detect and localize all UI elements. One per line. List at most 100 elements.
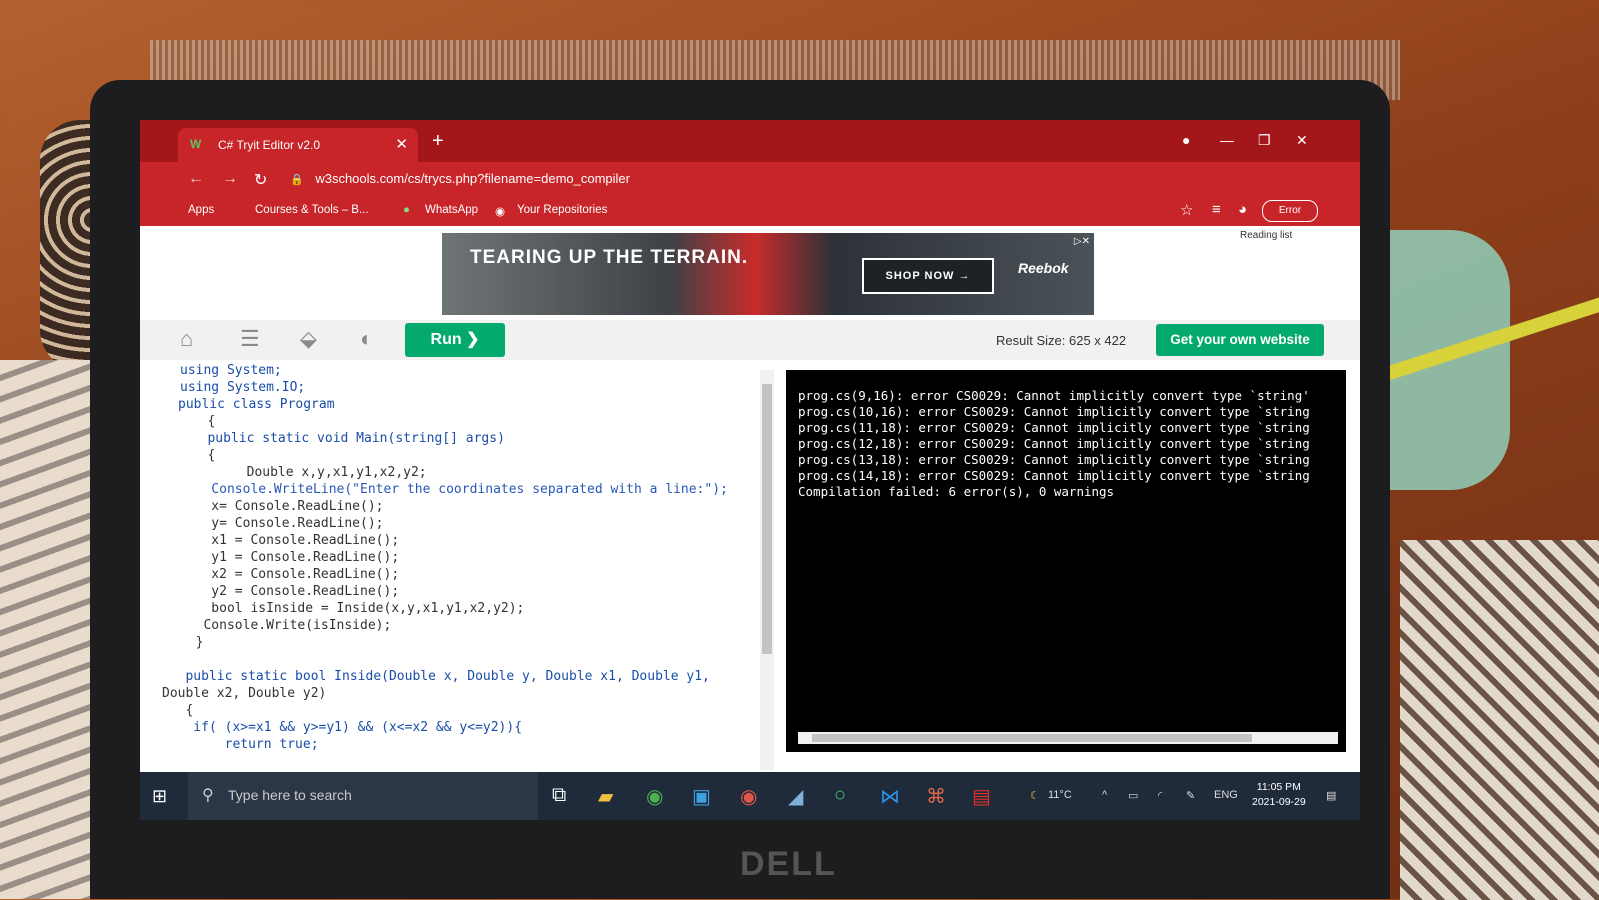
reading-list-link[interactable]: Reading list bbox=[1240, 230, 1292, 241]
dark-mode-icon[interactable]: ◐ bbox=[360, 326, 373, 352]
app-icon[interactable]: ◢ bbox=[788, 784, 803, 809]
weather-temp[interactable]: 11°C bbox=[1048, 789, 1072, 801]
vscode-icon[interactable]: ⋈ bbox=[880, 784, 900, 809]
reebok-ad-banner[interactable]: TEARING UP THE TERRAIN. SHOP NOW → Reebo… bbox=[442, 233, 1094, 315]
search-placeholder: Type here to search bbox=[228, 787, 352, 803]
lock-icon: 🔒 bbox=[290, 174, 304, 186]
get-website-button[interactable]: Get your own website bbox=[1156, 324, 1324, 356]
windows-taskbar: ⊞ ⚲ Type here to search ⧉ ▰ ◉ ▣ ◉ ◢ ○ ⋈ … bbox=[140, 772, 1360, 820]
bookmark-courses[interactable]: Courses & Tools – B... bbox=[255, 204, 369, 216]
code-line: } bbox=[180, 635, 204, 650]
taskbar-search-box[interactable]: ⚲ Type here to search bbox=[188, 772, 538, 820]
code-line: Console.WriteLine("Enter the coordinates… bbox=[180, 482, 728, 497]
ad-headline: TEARING UP THE TERRAIN. bbox=[470, 247, 749, 268]
chrome-icon[interactable]: ◉ bbox=[646, 784, 663, 809]
code-line: return true; bbox=[162, 737, 319, 752]
photos-icon[interactable]: ▣ bbox=[692, 784, 711, 809]
code-line: { bbox=[184, 448, 216, 463]
code-line: y2 = Console.ReadLine(); bbox=[180, 584, 400, 599]
notifications-icon[interactable]: ▤ bbox=[1326, 789, 1336, 802]
w3schools-favicon-icon: W bbox=[190, 137, 202, 151]
laptop-screen: W C# Tryit Editor v2.0 ✕ + ● — ❐ ✕ ← → ↻… bbox=[140, 120, 1360, 820]
whatsapp-icon: ● bbox=[403, 204, 410, 216]
back-icon[interactable]: ← bbox=[188, 170, 204, 188]
app-orange-icon[interactable]: ⌘ bbox=[926, 784, 946, 809]
result-line: prog.cs(9,16): error CS0029: Cannot impl… bbox=[798, 388, 1310, 403]
result-size-value: 625 x 422 bbox=[1069, 333, 1127, 348]
code-line: x= Console.ReadLine(); bbox=[180, 499, 384, 514]
network-icon[interactable]: ▭ bbox=[1128, 789, 1138, 802]
close-window-icon[interactable]: ✕ bbox=[1296, 132, 1308, 149]
restore-icon[interactable]: ❐ bbox=[1258, 132, 1271, 149]
browser-tab[interactable]: W C# Tryit Editor v2.0 ✕ bbox=[178, 128, 418, 162]
woven-mat bbox=[1400, 540, 1599, 900]
reading-queue-icon[interactable]: ≡ bbox=[1212, 201, 1221, 218]
reload-icon[interactable]: ↻ bbox=[254, 170, 267, 190]
minimize-icon[interactable]: — bbox=[1220, 132, 1234, 148]
url-field[interactable]: 🔒 w3schools.com/cs/trycs.php?filename=de… bbox=[290, 166, 1170, 192]
bookmarks-bar: Apps Courses & Tools – B... ● WhatsApp ◉… bbox=[140, 196, 1360, 226]
code-line: bool isInside = Inside(x,y,x1,y1,x2,y2); bbox=[180, 601, 525, 616]
run-button[interactable]: Run ❯ bbox=[405, 323, 505, 357]
code-line: { bbox=[184, 414, 216, 429]
task-view-icon[interactable]: ⧉ bbox=[552, 784, 566, 807]
new-tab-button[interactable]: + bbox=[432, 130, 444, 153]
code-line: Console.Write(isInside); bbox=[180, 618, 392, 633]
file-explorer-icon[interactable]: ▰ bbox=[598, 784, 613, 809]
result-line: prog.cs(12,18): error CS0029: Cannot imp… bbox=[798, 436, 1310, 451]
ad-brand-logo: Reebok bbox=[1018, 260, 1069, 276]
result-line: prog.cs(14,18): error CS0029: Cannot imp… bbox=[798, 468, 1310, 483]
rotate-layout-icon[interactable]: ⬙ bbox=[300, 326, 317, 352]
ad-close-icon[interactable]: ▷✕ bbox=[1074, 236, 1090, 247]
code-scrollbar[interactable] bbox=[760, 370, 774, 770]
result-line: prog.cs(10,16): error CS0029: Cannot imp… bbox=[798, 404, 1310, 419]
chevron-up-icon[interactable]: ^ bbox=[1102, 789, 1107, 801]
ad-shop-now-button[interactable]: SHOP NOW → bbox=[862, 258, 994, 294]
code-line: x2 = Console.ReadLine(); bbox=[180, 567, 400, 582]
code-line: public class Program bbox=[178, 397, 335, 412]
code-line: Double x,y,x1,y1,x2,y2; bbox=[184, 465, 427, 480]
code-line: y= Console.ReadLine(); bbox=[180, 516, 384, 531]
code-line: x1 = Console.ReadLine(); bbox=[180, 533, 400, 548]
tab-close-icon[interactable]: ✕ bbox=[395, 135, 408, 153]
code-line: y1 = Console.ReadLine(); bbox=[180, 550, 400, 565]
profile-dot-icon[interactable]: ● bbox=[1182, 132, 1190, 148]
clock-time: 11:05 PM bbox=[1256, 781, 1301, 793]
forward-icon[interactable]: → bbox=[222, 170, 238, 188]
search-icon: ⚲ bbox=[202, 787, 214, 804]
code-line: Double x2, Double y2) bbox=[162, 686, 327, 701]
result-scrollbar[interactable] bbox=[798, 732, 1338, 744]
result-size: Result Size: 625 x 422 bbox=[996, 333, 1126, 348]
star-icon[interactable]: ☆ bbox=[1180, 201, 1193, 219]
code-line: if( (x>=x1 && y>=y1) && (x<=x2 && y<=y2)… bbox=[162, 720, 523, 735]
address-bar-row: ← → ↻ 🔒 w3schools.com/cs/trycs.php?filen… bbox=[140, 162, 1360, 196]
code-line: using System.IO; bbox=[180, 380, 306, 395]
bookmark-repositories[interactable]: Your Repositories bbox=[517, 204, 607, 216]
avatar[interactable]: ◕ bbox=[1238, 201, 1247, 218]
taskbar-clock[interactable]: 11:05 PM 2021-09-29 bbox=[1252, 780, 1306, 810]
code-line: public static bool Inside(Double x, Doub… bbox=[162, 669, 710, 684]
result-line: prog.cs(11,18): error CS0029: Cannot imp… bbox=[798, 420, 1310, 435]
result-line: prog.cs(13,18): error CS0029: Cannot imp… bbox=[798, 452, 1310, 467]
clock-date: 2021-09-29 bbox=[1252, 796, 1306, 808]
code-editor[interactable]: using System; using System.IO; public cl… bbox=[150, 363, 770, 770]
language-indicator[interactable]: ENG bbox=[1214, 789, 1238, 801]
bookmark-whatsapp[interactable]: WhatsApp bbox=[425, 204, 478, 216]
pen-icon[interactable]: ✎ bbox=[1186, 789, 1195, 802]
result-size-label: Result Size: bbox=[996, 333, 1066, 348]
circle-app-icon[interactable]: ○ bbox=[834, 784, 846, 807]
menu-icon[interactable]: ☰ bbox=[240, 326, 260, 352]
pdf-reader-icon[interactable]: ▤ bbox=[972, 784, 991, 809]
wifi-icon[interactable]: ◜ bbox=[1158, 789, 1162, 802]
code-scrollbar-thumb[interactable] bbox=[762, 384, 772, 654]
bookmark-apps[interactable]: Apps bbox=[188, 204, 214, 216]
url-text: w3schools.com/cs/trycs.php?filename=demo… bbox=[315, 171, 630, 186]
profile-error-button[interactable]: Error bbox=[1262, 200, 1318, 222]
chrome-profile-icon[interactable]: ◉ bbox=[740, 784, 757, 809]
windows-start-icon[interactable]: ⊞ bbox=[152, 786, 167, 807]
home-icon[interactable]: ⌂ bbox=[180, 326, 193, 352]
laptop-brand-logo: DELL bbox=[740, 845, 837, 883]
code-line: public static void Main(string[] args) bbox=[184, 431, 505, 446]
result-scrollbar-thumb[interactable] bbox=[812, 734, 1252, 742]
browser-tab-bar: W C# Tryit Editor v2.0 ✕ + ● — ❐ ✕ bbox=[140, 120, 1360, 162]
